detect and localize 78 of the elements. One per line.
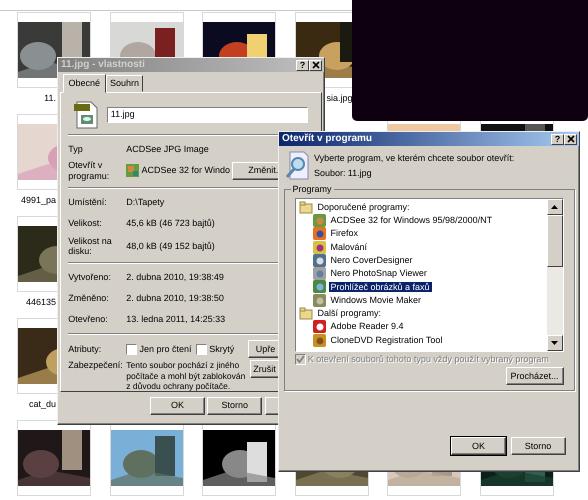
group-heading: Doporučené programy: (316, 202, 411, 213)
file-name-field[interactable]: 11.jpg (106, 107, 308, 124)
scrollbar[interactable] (546, 198, 562, 350)
program-list[interactable] (294, 198, 564, 352)
search-file-icon (284, 150, 310, 180)
field-value: 45,6 kB (46 723 bajtů) (126, 218, 215, 229)
dialog-button[interactable]: OK (451, 437, 506, 455)
field-label: Atributy: (68, 344, 102, 355)
program-icon (312, 294, 326, 307)
program-item[interactable]: Nero PhotoSnap Viewer (328, 268, 429, 280)
file-name[interactable]: cat_du (17, 399, 56, 410)
dialog-button[interactable]: Storno (510, 437, 566, 455)
field-label: Změněno: (68, 293, 109, 304)
folder-icon (298, 200, 312, 214)
help-button[interactable]: ? (551, 134, 564, 144)
program-item[interactable]: CloneDVD Registration Tool (328, 334, 444, 346)
checkbox-label: Skrytý (209, 344, 234, 355)
browse-button[interactable]: Procházet... (506, 367, 564, 385)
checkbox[interactable] (126, 344, 138, 355)
tab[interactable]: Obecné (62, 74, 106, 94)
field-label: Velikost: (68, 218, 102, 229)
file-name: 11.jpg (348, 168, 372, 179)
tab[interactable]: Souhrn (106, 75, 144, 92)
field-value: 2. dubna 2010, 19:38:50 (126, 293, 224, 304)
group-label: Programy (290, 184, 334, 194)
field-label: Zabezpečení: (68, 360, 123, 372)
field-value: ACDSee 32 for Windo (142, 165, 230, 176)
window-title: Otevřít v programu (282, 133, 374, 145)
program-icon (312, 334, 326, 347)
program-icon (312, 267, 326, 280)
field-label: Velikost na disku: (68, 236, 113, 258)
program-item[interactable]: Firefox (328, 228, 360, 240)
field-label: Otevřeno: (68, 314, 108, 326)
checkbox[interactable] (196, 344, 208, 355)
program-item[interactable]: ACDSee 32 for Windows 95/98/2000/NT (328, 215, 494, 226)
program-icon (312, 214, 326, 227)
program-item[interactable]: Malování (328, 242, 370, 252)
field-label: Typ (68, 144, 83, 155)
group-heading: Další programy: (316, 308, 382, 319)
file-name[interactable]: 446135 (17, 297, 56, 308)
file-name[interactable]: sia.jpg (326, 93, 353, 104)
dialog-button[interactable]: Storno (207, 396, 262, 415)
checkbox-label: K otevření souborů tohoto typu vždy použít vybraný program (308, 354, 549, 365)
program-icon (126, 164, 140, 178)
field-value: D:\Tapety (126, 196, 164, 208)
field-value: 48,0 kB (49 152 bajtů) (126, 241, 215, 252)
program-icon (312, 227, 326, 240)
program-item[interactable]: Windows Movie Maker (328, 294, 424, 306)
program-icon (312, 320, 326, 334)
file-name[interactable]: 11. (17, 93, 56, 104)
program-item[interactable]: Nero CoverDesigner (328, 254, 415, 266)
field-label: Vytvořeno: (68, 272, 111, 284)
folder-icon (298, 307, 312, 320)
close-icon (312, 61, 320, 69)
security-text: Tento soubor pochází z jiného počítače a mohl být zablokován z důvodu ochrany počítače. (126, 360, 246, 392)
close-button[interactable] (309, 60, 322, 70)
file-label: Soubor: (314, 168, 346, 179)
program-icon (312, 240, 326, 254)
image-file-icon (72, 101, 98, 130)
up-arrow-icon (551, 204, 558, 208)
window-title: 11.jpg - vlastnosti (61, 59, 146, 71)
field-value: 2. dubna 2010, 19:38:49 (126, 272, 224, 284)
close-button[interactable] (564, 134, 577, 144)
field-value: 13. ledna 2011, 14:25:33 (126, 314, 226, 326)
down-arrow-icon (551, 340, 558, 344)
program-item[interactable]: Adobe Reader 9.4 (328, 321, 406, 332)
dialog-button[interactable]: OK (150, 396, 205, 415)
field-label: Umístění: (68, 196, 107, 208)
program-item[interactable]: Prohlížeč obrázků a faxů (328, 282, 432, 292)
field-label: Otevřít v programu: (68, 160, 110, 182)
close-icon (566, 135, 574, 143)
program-icon (312, 280, 326, 294)
program-icon (312, 254, 326, 267)
file-name[interactable]: 4991_pa (17, 195, 56, 206)
help-button[interactable]: ? (296, 60, 309, 70)
prompt-text: Vyberte program, ve kterém chcete soubor otevřít: (314, 152, 514, 164)
checkbox-label: Jen pro čtení (140, 344, 192, 355)
field-value: ACDSee JPG Image (126, 144, 209, 155)
